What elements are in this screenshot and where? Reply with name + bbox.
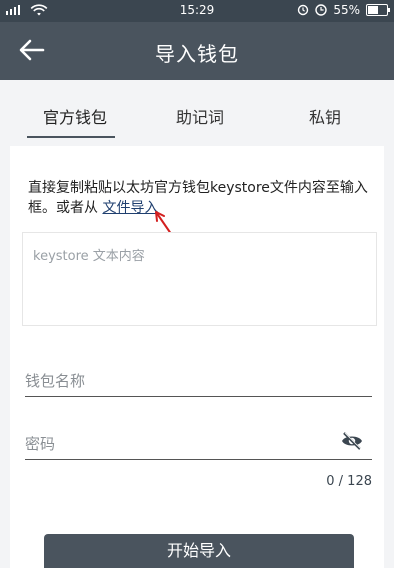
wallet-name-field[interactable]: 钱包名称 xyxy=(25,366,372,397)
battery-level-fill xyxy=(368,6,378,14)
start-import-button[interactable]: 开始导入 xyxy=(44,534,354,568)
eye-off-icon[interactable] xyxy=(340,431,364,451)
clock-icon xyxy=(315,4,328,16)
keystore-textarea[interactable]: keystore 文本内容 xyxy=(22,232,377,326)
password-char-counter: 0 / 128 xyxy=(326,474,372,489)
battery-percent: 55% xyxy=(333,3,360,17)
tab-official-wallet[interactable]: 官方钱包 xyxy=(43,104,107,128)
app-bar: 导入钱包 xyxy=(0,22,394,80)
tab-private-key[interactable]: 私钥 xyxy=(309,104,341,128)
status-bar: 15:29 55% xyxy=(0,0,394,22)
instruction-body: 直接复制粘贴以太坊官方钱包keystore文件内容至输入框。或者从 xyxy=(28,180,368,216)
keystore-placeholder: keystore 文本内容 xyxy=(33,249,145,264)
wallet-name-placeholder: 钱包名称 xyxy=(25,372,86,390)
status-right: 55% xyxy=(297,3,390,17)
password-placeholder: 密码 xyxy=(25,435,56,453)
tab-mnemonic[interactable]: 助记词 xyxy=(176,104,224,128)
battery-icon xyxy=(366,4,390,16)
page-title: 导入钱包 xyxy=(155,42,239,66)
tab-bar: 官方钱包 助记词 私钥 xyxy=(0,80,394,138)
password-field[interactable]: 密码 xyxy=(25,429,372,460)
alarm-icon xyxy=(298,4,309,16)
instruction-text: 直接复制粘贴以太坊官方钱包keystore文件内容至输入框。或者从 文件导入 xyxy=(28,178,368,218)
active-tab-indicator xyxy=(27,136,115,138)
